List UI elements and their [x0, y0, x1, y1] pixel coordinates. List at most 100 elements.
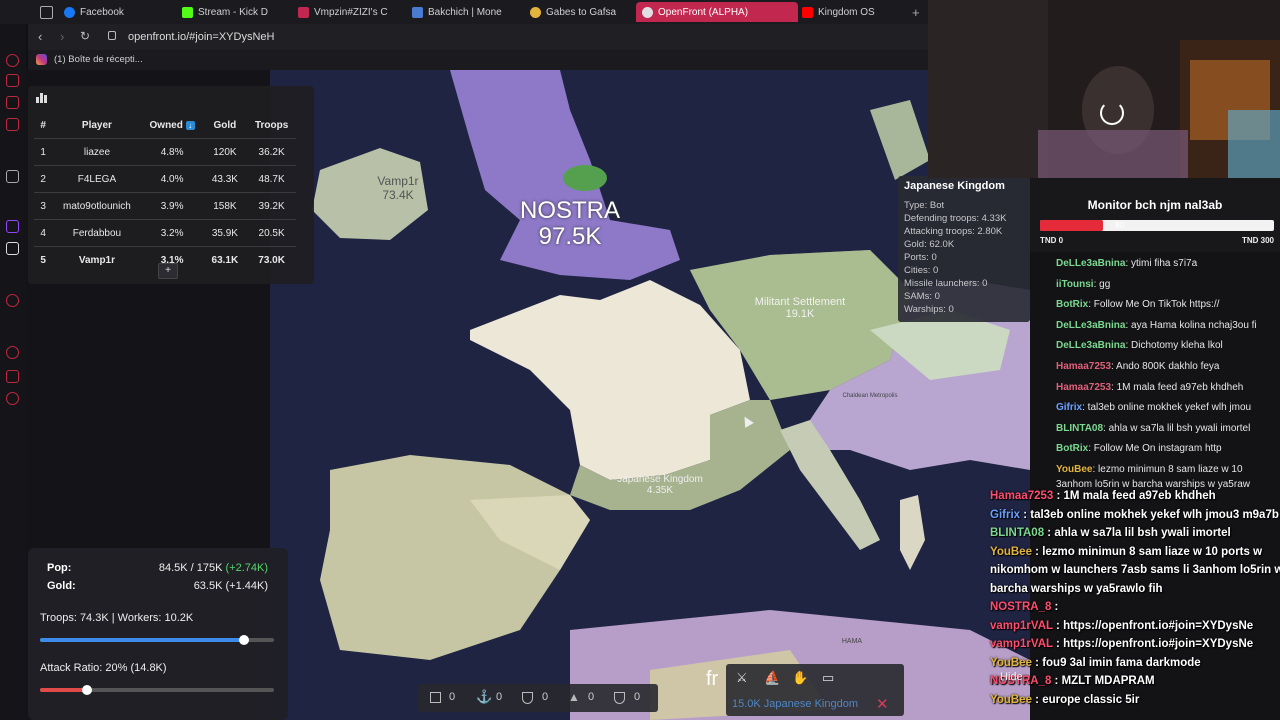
- anchor-icon[interactable]: ⚓: [476, 689, 492, 705]
- col-gold[interactable]: Gold: [203, 112, 248, 139]
- tooltip-missiles: Missile launchers: 0: [904, 278, 988, 289]
- tab-bar: Facebook Stream - Kick D Vmpzin#ZIZI's C…: [0, 0, 928, 24]
- boat-icon[interactable]: ⛵: [764, 670, 780, 686]
- lock-icon: [108, 31, 116, 40]
- extensions-icon[interactable]: [6, 370, 19, 383]
- attack-ratio-slider[interactable]: [40, 685, 274, 695]
- chat-text: : Follow Me On TikTok https://: [1088, 299, 1220, 311]
- chat-username[interactable]: Hamaa7253: [1056, 361, 1111, 372]
- overlay-text: :: [1051, 601, 1059, 613]
- attack-icon[interactable]: ⚔: [736, 670, 748, 686]
- tab-youtube[interactable]: Kingdom OS: [796, 2, 912, 22]
- bookmark-inbox[interactable]: (1) Boîte de récepti...: [54, 54, 143, 65]
- chat-message-wrap: 3anhom lo5rin w barcha warships w ya5raw: [1056, 478, 1250, 490]
- chat-username[interactable]: BotRix: [1056, 443, 1088, 454]
- sidebar-app-icon[interactable]: [6, 170, 19, 183]
- troops-ratio-slider[interactable]: [40, 635, 274, 645]
- shield-icon[interactable]: [522, 692, 533, 704]
- history-icon[interactable]: [6, 346, 19, 359]
- city-icon[interactable]: [430, 692, 441, 703]
- table-row[interactable]: 3 mato9otlounich 3.9% 158K 39.2K: [34, 192, 296, 220]
- hide-button[interactable]: Hide: [1000, 671, 1023, 683]
- goal-progress-fill: [1040, 220, 1104, 231]
- sort-down-icon[interactable]: ↓: [185, 120, 195, 130]
- table-row[interactable]: 2 F4LEGA 4.0% 43.3K 48.7K: [34, 165, 296, 193]
- col-owned[interactable]: Owned ↓: [142, 112, 203, 139]
- youtube-icon: [802, 6, 813, 18]
- sam-icon[interactable]: [614, 692, 625, 704]
- overlay-chat-line: Gifrix : tal3eb online mokhek yekef wlh …: [990, 509, 1279, 521]
- pop-value: 84.5K / 175K (+2.74K): [158, 562, 268, 574]
- tab-facebook[interactable]: Facebook: [58, 2, 180, 22]
- chat-message: DeLLe3aBnina: aya Hama kolina nchaj3ou f…: [1056, 320, 1257, 331]
- player-info-tooltip: Japanese Kingdom Type: Bot Defending tro…: [898, 176, 1030, 322]
- overlay-chat-line: YouBee : lezmo minimun 8 sam liaze w 10 …: [990, 546, 1262, 558]
- tab-kick[interactable]: Stream - Kick D: [176, 2, 294, 22]
- overlay-username: vamp1rVAL: [990, 619, 1053, 632]
- chat-message: BLINTA08: ahla w sa7la lil bsh ywali imo…: [1056, 423, 1250, 434]
- overlay-text: : ahla w sa7la lil bsh ywali imortel: [1044, 527, 1231, 539]
- building-counts-bar: 0 ⚓ 0 0 ▲ 0 0: [418, 684, 658, 712]
- game-map[interactable]: NOSTRA 97.5K Vamp1r 73.4K Militant Settl…: [270, 70, 1030, 720]
- goal-min: TND 0: [1040, 236, 1064, 245]
- sidebar-app-icon[interactable]: [6, 96, 19, 109]
- sidebar-app-icon[interactable]: [6, 118, 19, 131]
- opera-icon[interactable]: [6, 54, 19, 67]
- back-icon[interactable]: ‹: [38, 29, 42, 44]
- forward-icon[interactable]: ›: [60, 29, 64, 44]
- url-text[interactable]: openfront.io/#join=XYDysNeH: [128, 31, 274, 43]
- table-row[interactable]: 1 liazee 4.8% 120K 36.2K: [34, 138, 296, 166]
- chat-icon[interactable]: ▭: [822, 670, 834, 686]
- tooltip-sams: SAMs: 0: [904, 291, 940, 302]
- chat-username[interactable]: BLINTA08: [1056, 423, 1103, 434]
- overlay-chat-line: nikomhom w launchers 7asb sams li 3anhom…: [990, 564, 1280, 576]
- close-icon[interactable]: ✕: [876, 695, 889, 713]
- chat-username[interactable]: DeLLe3aBnina: [1056, 320, 1125, 331]
- twitch-icon[interactable]: [6, 220, 19, 233]
- overlay-text: nikomhom w launchers 7asb sams li 3anhom…: [990, 564, 1280, 576]
- chat-text: : ahla w sa7la lil bsh ywali imortel: [1103, 422, 1251, 434]
- missile-icon[interactable]: ▲: [568, 690, 580, 704]
- chat-username[interactable]: iiTounsi: [1056, 279, 1094, 290]
- alliance-icon[interactable]: ✋: [792, 670, 808, 686]
- x-icon[interactable]: [6, 242, 19, 255]
- tab-favicon-icon: [298, 6, 309, 18]
- overlay-chat-line: vamp1rVAL : https://openfront.io#join=XY…: [990, 620, 1253, 632]
- chat-username[interactable]: Gifrix: [1056, 402, 1082, 413]
- facebook-icon: [64, 6, 75, 18]
- tab-maps[interactable]: Gabes to Gafsa: [524, 2, 638, 22]
- goal-title: Monitor bch njm nal3ab: [1087, 198, 1223, 212]
- overlay-text: barcha warships w ya5rawlo fih: [990, 582, 1163, 595]
- table-row[interactable]: 4 Ferdabbou 3.2% 35.9K 20.5K: [34, 219, 296, 247]
- bookmarks-bar: (1) Boîte de récepti...: [28, 50, 928, 70]
- col-player[interactable]: Player: [52, 112, 141, 139]
- troops-workers-text: Troops: 74.3K | Workers: 10.2K: [40, 612, 194, 624]
- tab-workspace-icon[interactable]: [34, 2, 60, 22]
- reload-icon[interactable]: ↻: [80, 29, 90, 43]
- overlay-username: YouBee: [990, 656, 1032, 669]
- bar-chart-icon[interactable]: [36, 92, 49, 103]
- overlay-username: YouBee: [990, 693, 1032, 706]
- tab-bakchich[interactable]: Bakchich | Mone: [406, 2, 528, 22]
- attack-slider-handle[interactable]: [81, 685, 92, 695]
- col-troops[interactable]: Troops: [247, 112, 296, 139]
- tab-openfront[interactable]: OpenFront (ALPHA): [636, 2, 798, 22]
- overlay-text: : MZLT MDAPRAM: [1051, 675, 1155, 687]
- chat-username[interactable]: YouBee: [1056, 464, 1093, 475]
- tab-vmpzin[interactable]: Vmpzin#ZIZI's C: [292, 2, 410, 22]
- overlay-text: : tal3eb online mokhek yekef wlh jmou3 m…: [1020, 508, 1279, 521]
- chat-username[interactable]: BotRix: [1056, 299, 1088, 310]
- sidebar-app-icon[interactable]: [6, 74, 19, 87]
- player-icon[interactable]: [6, 294, 19, 307]
- troops-slider-handle[interactable]: [238, 635, 249, 645]
- webcam-feed: [928, 0, 1280, 178]
- map-canvas[interactable]: [270, 70, 1030, 720]
- chat-text: : Dichotomy kleha lkol: [1125, 340, 1223, 352]
- target-label: 15.0K Japanese Kingdom: [732, 698, 858, 710]
- expand-leaderboard-button[interactable]: +: [158, 263, 178, 279]
- settings-icon[interactable]: [6, 392, 19, 405]
- goal-max: TND 300: [1241, 236, 1274, 245]
- chat-username[interactable]: DeLLe3aBnina: [1056, 340, 1125, 351]
- chat-username[interactable]: DeLLe3aBnina: [1056, 258, 1125, 269]
- chat-username[interactable]: Hamaa7253: [1056, 382, 1111, 393]
